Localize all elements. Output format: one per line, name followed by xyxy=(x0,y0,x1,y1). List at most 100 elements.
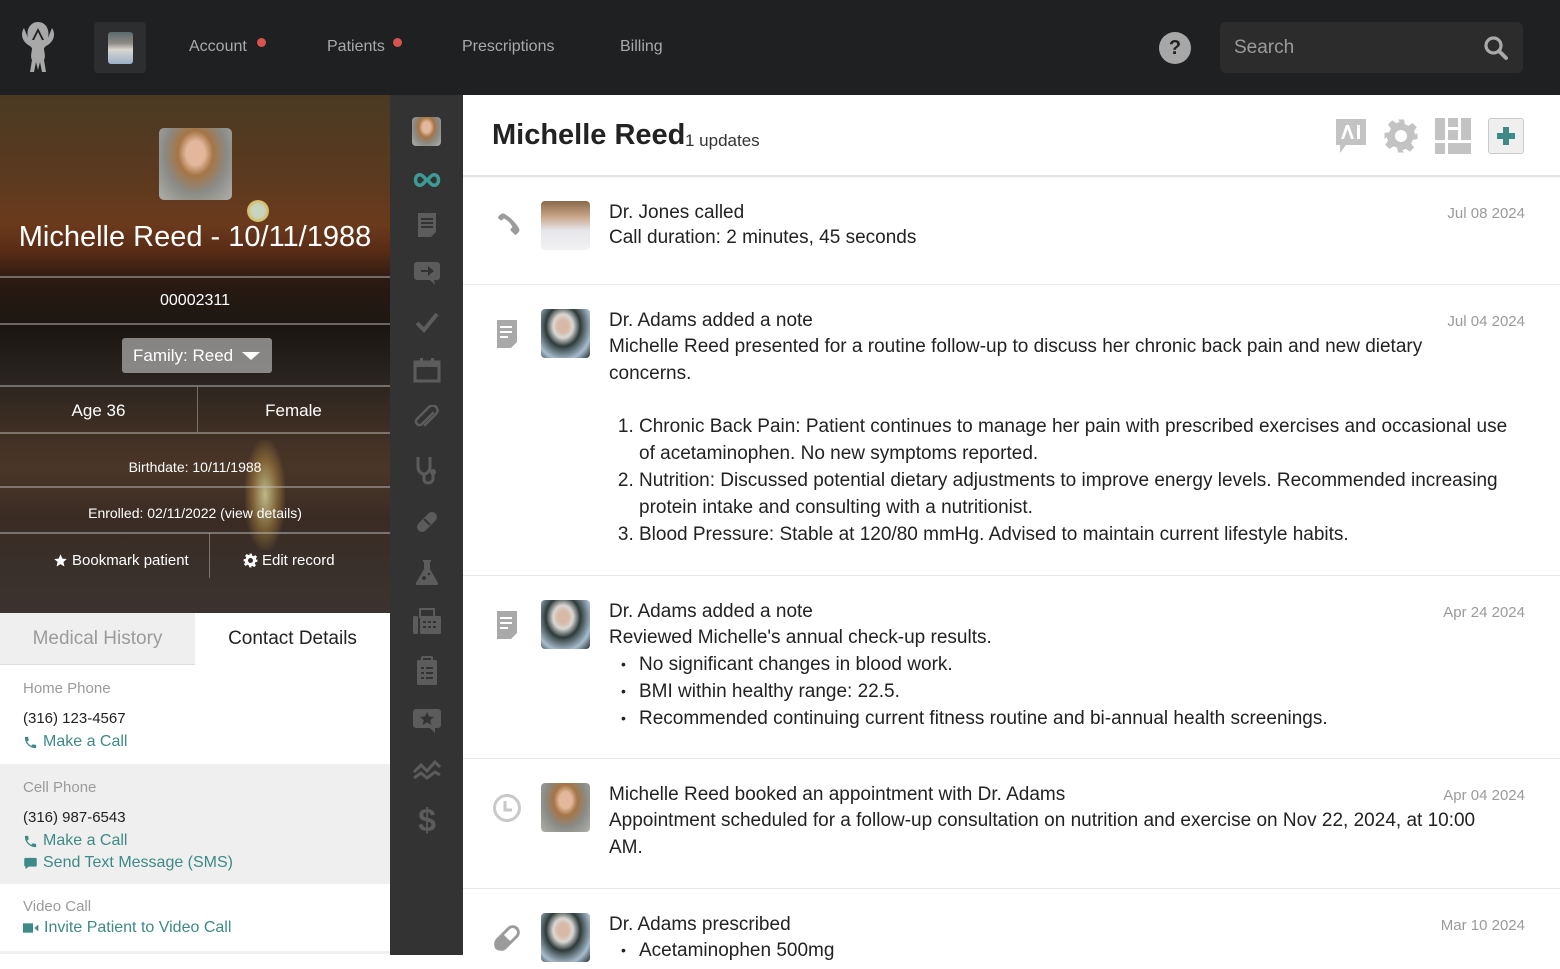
patient-age: Age 36 xyxy=(71,401,126,420)
main-content: Michelle Reed 1 updates Dr. Jones called… xyxy=(463,95,1560,964)
cell-phone-section: Cell Phone (316) 987-6543 Make a Call Se… xyxy=(0,764,390,884)
sidebar-item-trends[interactable] xyxy=(412,755,442,785)
sidebar-item-prescriptions[interactable] xyxy=(412,507,442,537)
account-notification-dot xyxy=(257,38,266,47)
patient-tabs: Medical History Contact Details xyxy=(0,613,390,665)
calendar-icon xyxy=(413,358,441,383)
note-list-item: Chronic Back Pain: Patient continues to … xyxy=(639,413,1509,467)
ai-assistant-button[interactable] xyxy=(1333,117,1369,155)
feed-item-call[interactable]: Dr. Jones called Jul 08 2024 Call durati… xyxy=(463,179,1560,285)
sidebar-patient-avatar[interactable] xyxy=(412,117,441,146)
updates-count[interactable]: 1 updates xyxy=(685,131,760,151)
dr-jones-avatar[interactable] xyxy=(541,201,590,250)
feed-title: Dr. Adams added a note xyxy=(609,310,813,331)
note-list: Chronic Back Pain: Patient continues to … xyxy=(609,413,1509,548)
patient-panel: Michelle Reed - 10/11/1988 00002311 Fami… xyxy=(0,95,390,955)
layout-button[interactable] xyxy=(1435,117,1471,155)
dr-adams-avatar[interactable] xyxy=(541,600,590,649)
home-make-call-label: Make a Call xyxy=(43,733,128,750)
feed-item-note[interactable]: Dr. Adams added a note Jul 04 2024 Miche… xyxy=(463,285,1560,576)
patient-hero: Michelle Reed - 10/11/1988 00002311 Fami… xyxy=(0,95,390,613)
michelle-reed-avatar[interactable] xyxy=(541,783,590,832)
dr-adams-avatar[interactable] xyxy=(541,309,590,358)
nav-prescriptions[interactable]: Prescriptions xyxy=(462,38,554,56)
sidebar-item-tasks[interactable] xyxy=(412,307,442,337)
note-icon xyxy=(491,609,523,641)
feed-title: Dr. Jones called xyxy=(609,202,745,223)
nav-billing[interactable]: Billing xyxy=(620,38,663,56)
note-list-item: Blood Pressure: Stable at 120/80 mmHg. A… xyxy=(639,521,1509,548)
plus-icon xyxy=(1497,127,1515,145)
trend-lines-icon xyxy=(412,759,442,780)
logo-icon[interactable] xyxy=(18,20,58,74)
sidebar-item-clinical[interactable] xyxy=(412,455,442,485)
bookmark-patient-button[interactable]: Bookmark patient xyxy=(53,552,189,569)
cell-phone-value: (316) 987-6543 xyxy=(23,809,126,826)
feed-title: Dr. Adams added a note xyxy=(609,601,813,622)
top-bar: Account Patients Prescriptions Billing ? xyxy=(0,0,1560,95)
note-summary: Reviewed Michelle's annual check-up resu… xyxy=(609,627,992,648)
stethoscope-icon xyxy=(416,457,436,485)
divider xyxy=(0,486,390,488)
gear-icon xyxy=(243,553,258,568)
tab-medical-history[interactable]: Medical History xyxy=(0,613,195,665)
sidebar-item-notes[interactable] xyxy=(412,210,442,240)
sidebar-item-billing[interactable]: $ xyxy=(412,804,442,836)
invite-video-call-link[interactable]: Invite Patient to Video Call xyxy=(23,919,390,937)
home-make-call-link[interactable]: Make a Call xyxy=(23,733,390,751)
search-input[interactable] xyxy=(1234,22,1474,73)
user-avatar[interactable] xyxy=(94,22,146,73)
settings-button[interactable] xyxy=(1383,117,1419,155)
sidebar-item-calendar[interactable] xyxy=(412,355,442,385)
tab-contact-details[interactable]: Contact Details xyxy=(195,613,390,665)
family-dropdown[interactable]: Family: Reed xyxy=(122,338,272,373)
help-button[interactable]: ? xyxy=(1159,32,1191,64)
feed-title: Michelle Reed booked an appointment with… xyxy=(609,784,1066,805)
sidebar-item-messages[interactable] xyxy=(412,258,442,288)
patients-notification-dot xyxy=(393,38,402,47)
send-sms-link[interactable]: Send Text Message (SMS) xyxy=(23,854,390,872)
edit-record-button[interactable]: Edit record xyxy=(243,552,335,569)
video-camera-icon xyxy=(23,923,39,933)
sidebar-item-forms[interactable] xyxy=(412,656,442,686)
divider xyxy=(0,532,390,534)
home-phone-label: Home Phone xyxy=(23,680,111,697)
sidebar-item-reviews[interactable] xyxy=(412,706,442,736)
feed-date: Jul 08 2024 xyxy=(1447,205,1525,222)
patient-photo[interactable] xyxy=(159,128,232,200)
search-icon[interactable] xyxy=(1483,35,1509,61)
feed-body: Michelle Reed presented for a routine fo… xyxy=(609,333,1509,548)
nav-patients[interactable]: Patients xyxy=(327,38,385,56)
add-entry-button[interactable] xyxy=(1488,118,1524,154)
sidebar-item-timeline[interactable] xyxy=(412,165,442,195)
edit-record-label: Edit record xyxy=(262,552,335,569)
enrolled-view-details-link[interactable]: Enrolled: 02/11/2022 (view details) xyxy=(0,505,390,521)
prescription-list-item: Acetaminophen 500mg xyxy=(621,937,1509,964)
search-box xyxy=(1220,22,1523,73)
feed-item-note[interactable]: Dr. Adams added a note Apr 24 2024 Revie… xyxy=(463,576,1560,759)
svg-text:$: $ xyxy=(418,804,436,836)
feed-body: Acetaminophen 500mg xyxy=(609,937,1509,964)
note-list-item: BMI within healthy range: 22.5. xyxy=(621,678,1509,705)
note-summary: Michelle Reed presented for a routine fo… xyxy=(609,336,1423,384)
flask-icon xyxy=(415,560,439,585)
sidebar-item-attachments[interactable] xyxy=(412,404,442,434)
patient-birthdate: Birthdate: 10/11/1988 xyxy=(128,459,262,475)
divider xyxy=(0,385,390,387)
divider xyxy=(0,276,390,278)
note-list-item: Recommended continuing current fitness r… xyxy=(621,705,1509,732)
note-list-item: No significant changes in blood work. xyxy=(621,651,1509,678)
invite-video-call-label: Invite Patient to Video Call xyxy=(44,919,232,936)
star-message-icon xyxy=(413,709,441,733)
cell-make-call-link[interactable]: Make a Call xyxy=(23,832,390,850)
checkmark-icon xyxy=(415,312,439,333)
sidebar-item-lab[interactable] xyxy=(412,557,442,587)
phone-icon xyxy=(491,209,523,241)
divider xyxy=(0,323,390,325)
patient-gender: Female xyxy=(265,401,322,420)
feed-item-prescription[interactable]: Dr. Adams prescribed Mar 10 2024 Acetami… xyxy=(463,889,1560,969)
sidebar-item-fax[interactable] xyxy=(412,606,442,636)
nav-account[interactable]: Account xyxy=(189,38,247,56)
feed-item-appointment[interactable]: Michelle Reed booked an appointment with… xyxy=(463,759,1560,889)
chevron-down-icon xyxy=(242,352,260,360)
